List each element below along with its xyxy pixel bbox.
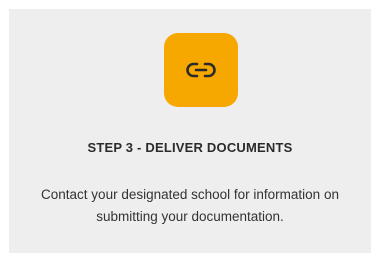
- link-icon: [186, 61, 216, 79]
- step-description: Contact your designated school for infor…: [41, 187, 339, 224]
- step-icon-tile: [164, 33, 238, 107]
- step-card: STEP 3 - DELIVER DOCUMENTS Contact your …: [9, 9, 371, 253]
- step-title: STEP 3 - DELIVER DOCUMENTS: [87, 140, 293, 155]
